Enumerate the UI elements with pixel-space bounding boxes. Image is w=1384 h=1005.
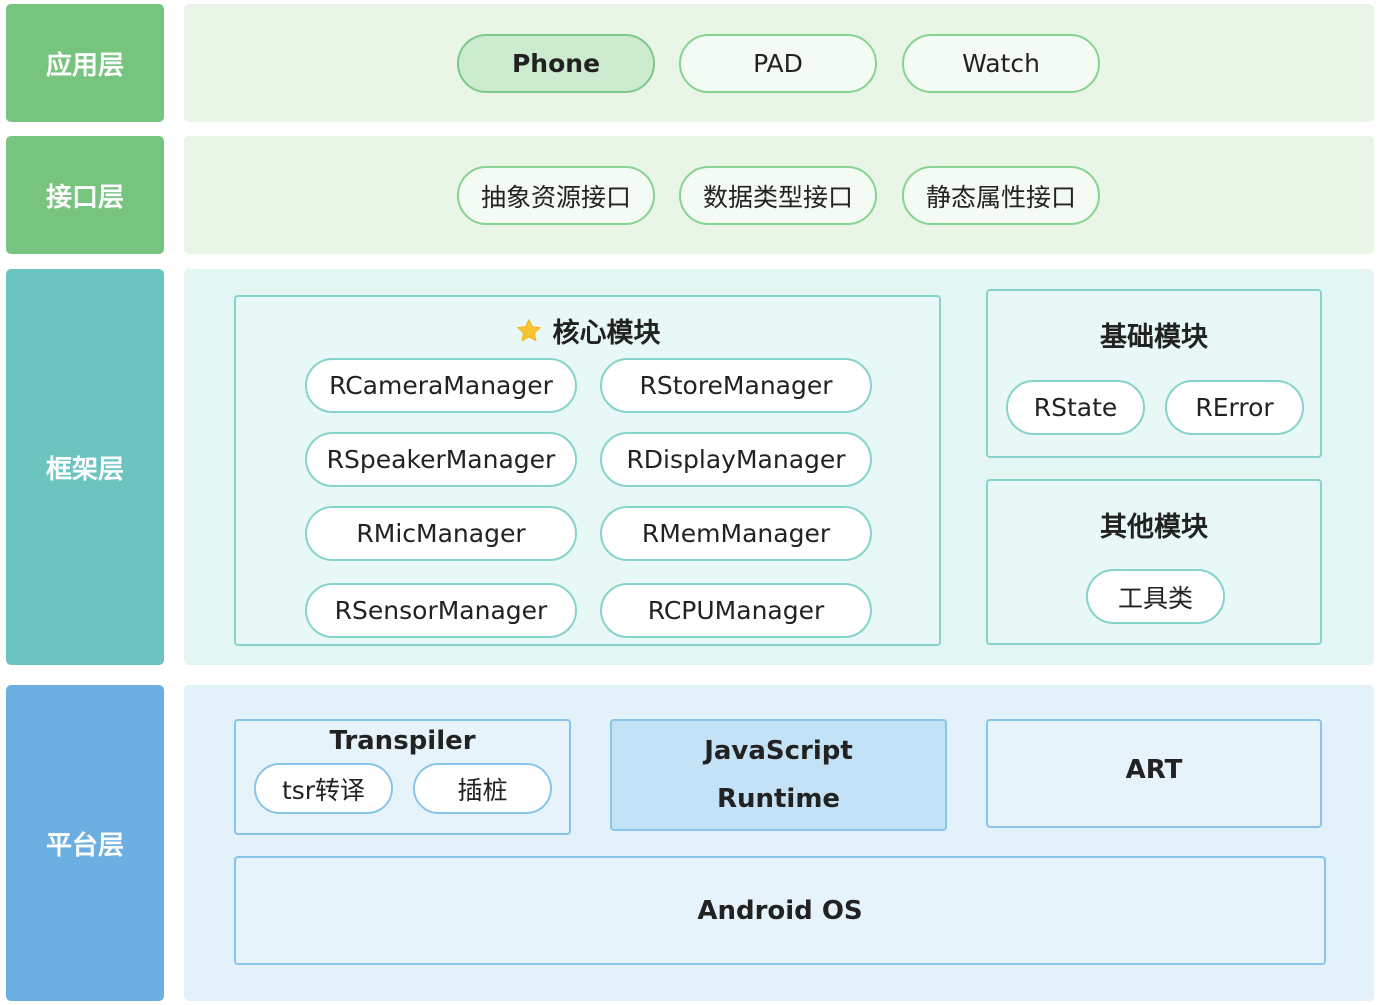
- transpiler-title: Transpiler: [329, 726, 476, 756]
- platform-layer-panel: Transpiler tsr转译 插桩 JavaScript Runtime A…: [184, 685, 1374, 1001]
- android-os-title: Android OS: [697, 896, 863, 926]
- transpiler-item-instrument: 插桩: [413, 763, 552, 814]
- core-module-title: 核心模块: [236, 311, 939, 352]
- interface-layer-label: 接口层: [6, 136, 164, 254]
- javascript-runtime-line2: Runtime: [716, 784, 841, 814]
- other-item-tools: 工具类: [1086, 569, 1225, 624]
- app-item-watch: Watch: [902, 34, 1100, 93]
- android-os-box: Android OS: [234, 856, 1326, 965]
- app-item-pad: PAD: [679, 34, 877, 93]
- core-item-rcpumanager: RCPUManager: [600, 583, 872, 638]
- basic-module-title: 基础模块: [1100, 322, 1208, 353]
- javascript-runtime-box: JavaScript Runtime: [610, 719, 947, 831]
- art-box: ART: [986, 719, 1322, 828]
- basic-module-box: 基础模块 RState RError: [986, 289, 1322, 458]
- interface-item-data-type: 数据类型接口: [679, 166, 877, 225]
- javascript-runtime-line1: JavaScript: [704, 736, 853, 766]
- core-item-rmicmanager: RMicManager: [305, 506, 577, 561]
- app-layer-label: 应用层: [6, 4, 164, 122]
- core-item-rdisplaymanager: RDisplayManager: [600, 432, 872, 487]
- core-item-rcameramanager: RCameraManager: [305, 358, 577, 413]
- app-layer-panel: Phone PAD Watch: [184, 4, 1374, 122]
- core-item-rstoremanager: RStoreManager: [600, 358, 872, 413]
- interface-item-static-property: 静态属性接口: [902, 166, 1100, 225]
- platform-layer-label-text: 平台层: [45, 830, 124, 861]
- star-icon: [515, 317, 543, 352]
- interface-layer-panel: 抽象资源接口 数据类型接口 静态属性接口: [184, 136, 1374, 254]
- transpiler-box: Transpiler tsr转译 插桩: [234, 719, 571, 835]
- framework-layer-label-text: 框架层: [45, 454, 124, 485]
- interface-layer-label-text: 接口层: [45, 182, 124, 213]
- basic-item-rstate: RState: [1006, 380, 1145, 435]
- platform-layer-label: 平台层: [6, 685, 164, 1001]
- framework-layer-label: 框架层: [6, 269, 164, 665]
- other-module-box: 其他模块 工具类: [986, 479, 1322, 645]
- core-module-box: 核心模块 RCameraManager RStoreManager RSpeak…: [234, 295, 941, 646]
- transpiler-item-tsr: tsr转译: [254, 763, 393, 814]
- app-item-phone: Phone: [457, 34, 655, 93]
- core-item-rspeakermanager: RSpeakerManager: [305, 432, 577, 487]
- core-item-rmemmanager: RMemManager: [600, 506, 872, 561]
- art-title: ART: [1125, 755, 1183, 785]
- other-module-title: 其他模块: [1100, 512, 1208, 543]
- basic-item-rerror: RError: [1165, 380, 1304, 435]
- app-layer-label-text: 应用层: [45, 50, 124, 81]
- framework-layer-panel: 核心模块 RCameraManager RStoreManager RSpeak…: [184, 269, 1374, 665]
- core-item-rsensormanager: RSensorManager: [305, 583, 577, 638]
- interface-item-abstract-resource: 抽象资源接口: [457, 166, 655, 225]
